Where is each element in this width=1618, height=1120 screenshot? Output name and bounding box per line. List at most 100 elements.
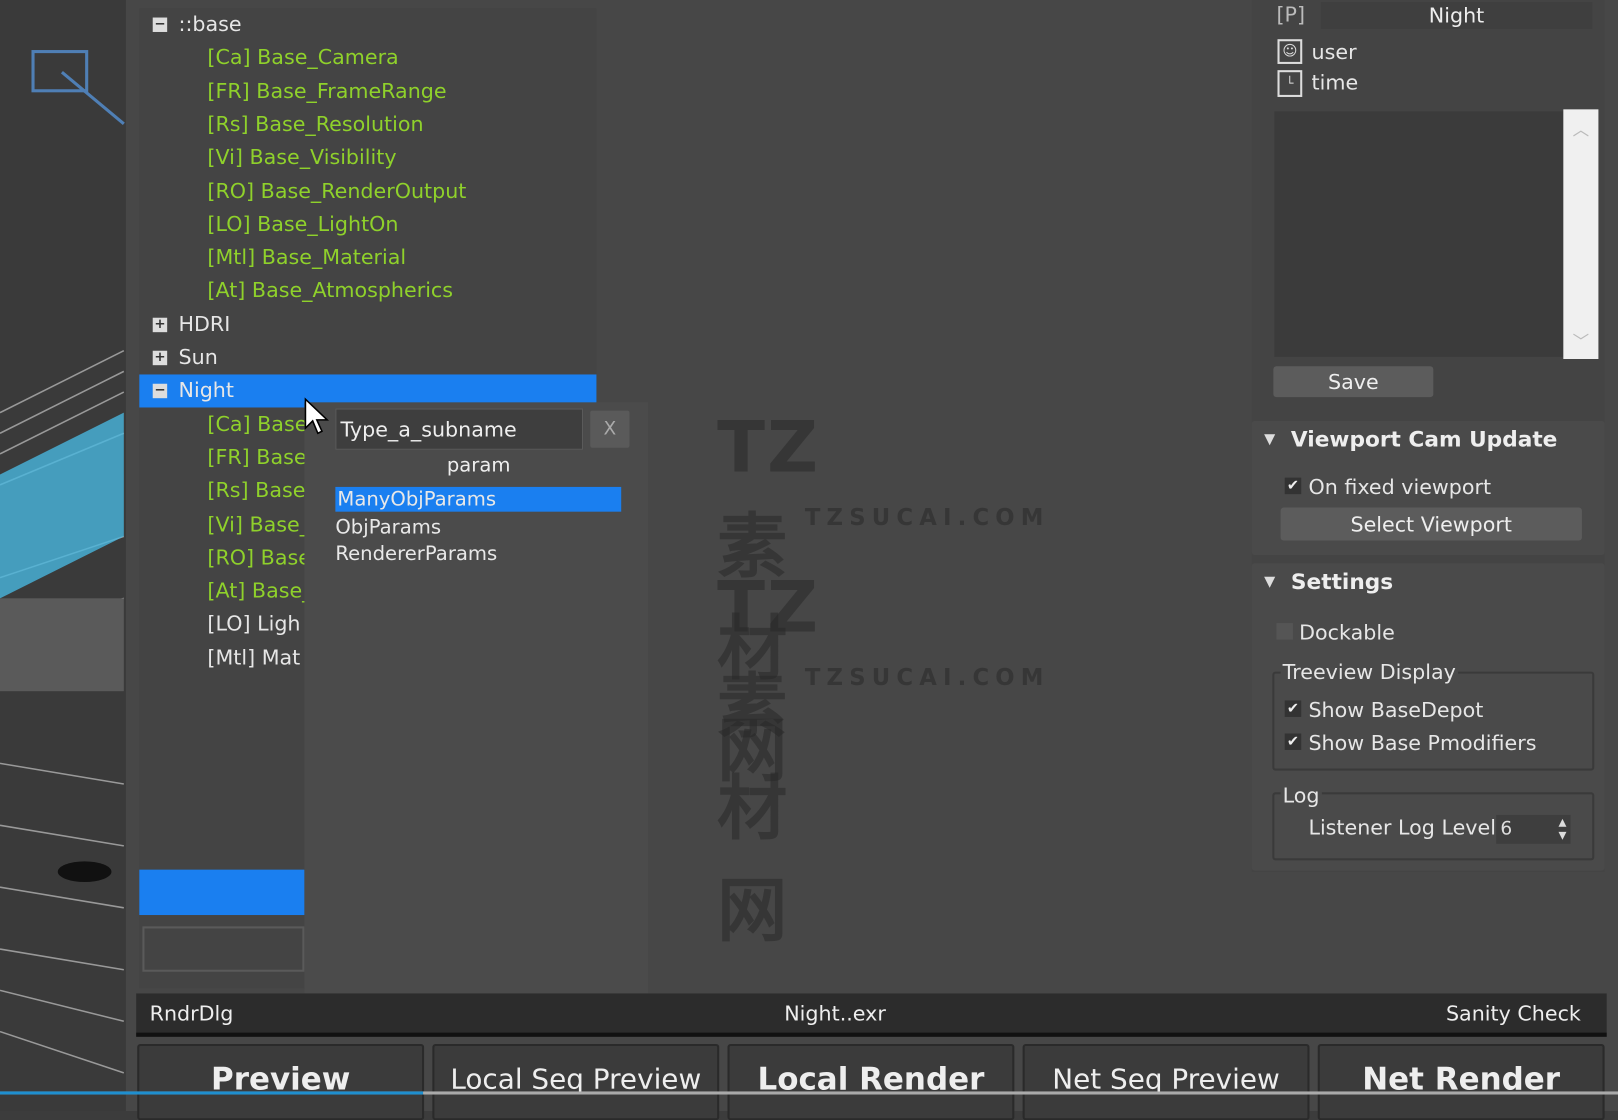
notes-listbox[interactable] bbox=[1274, 111, 1564, 357]
tree-item-label: [Ca] Base_Camera bbox=[207, 44, 399, 70]
plus-expander-icon[interactable]: + bbox=[152, 350, 168, 366]
tree-item[interactable]: [FR] Base_ bbox=[207, 441, 316, 472]
section-title: Viewport Cam Update bbox=[1290, 427, 1558, 452]
tree-item-label: [Ca] Base_ bbox=[207, 411, 318, 436]
tree-item[interactable]: Sun bbox=[179, 341, 218, 372]
log-level-spinner[interactable]: 6 ▲ ▼ bbox=[1496, 814, 1571, 844]
collapse-arrow-icon[interactable]: ▼ bbox=[1264, 431, 1275, 448]
status-left: RndrDlg bbox=[149, 1000, 234, 1026]
tree-item[interactable]: [Ca] Base_Camera bbox=[207, 42, 398, 73]
on-fixed-viewport-checkbox[interactable]: ✔ bbox=[1284, 477, 1302, 495]
listbox-scrollbar[interactable]: ︿ ﹀ bbox=[1563, 109, 1599, 359]
tree-item[interactable]: [Vi] Base_ bbox=[207, 508, 310, 539]
tree-item-label: [Mtl] Mat bbox=[207, 644, 301, 670]
tree-item-label: HDRI bbox=[178, 311, 231, 336]
user-label: user bbox=[1311, 39, 1357, 64]
user-icon: ☺ bbox=[1277, 39, 1303, 64]
pass-name-field[interactable]: Night bbox=[1320, 2, 1593, 29]
tree-item-label: [RO] Base_RenderOutput bbox=[207, 177, 467, 203]
time-label: time bbox=[1311, 70, 1359, 95]
section-title: Settings bbox=[1290, 569, 1394, 595]
scroll-down-icon[interactable]: ﹀ bbox=[1563, 328, 1598, 353]
tree-item-label: [Vi] Base_ bbox=[207, 511, 311, 536]
show-basedepot-checkbox[interactable]: ✔ bbox=[1284, 700, 1302, 717]
viewport-cam-section: ▼ Viewport Cam Update ✔ On fixed viewpor… bbox=[1251, 420, 1605, 556]
tree-item[interactable]: [At] Base_ bbox=[207, 575, 312, 606]
subname-input[interactable]: Type_a_subname bbox=[335, 408, 584, 450]
param-option[interactable]: ManyObjParams bbox=[335, 486, 622, 512]
tree-item[interactable]: [RO] Base_RenderOutput bbox=[207, 175, 466, 206]
tree-item-label: [LO] Ligh bbox=[207, 611, 301, 636]
tree-item-label: [Rs] Base_Resolution bbox=[207, 111, 424, 137]
tree-item[interactable]: [FR] Base_FrameRange bbox=[207, 75, 446, 106]
tree-bottom-button[interactable] bbox=[139, 869, 305, 916]
tree-item[interactable]: Night bbox=[179, 375, 234, 406]
tree-item[interactable]: [LO] Base_LightOn bbox=[207, 208, 398, 239]
net-render-button[interactable]: Net Render bbox=[1317, 1043, 1605, 1120]
3d-viewport[interactable] bbox=[0, 0, 126, 1112]
subname-popup: Type_a_subname X param ManyObjParams ObjP… bbox=[304, 402, 649, 1017]
save-button[interactable]: Save bbox=[1273, 366, 1434, 398]
tree-item-label: ::base bbox=[178, 11, 242, 37]
watermark-brand: TZ素材网 bbox=[717, 567, 821, 953]
tree-item-label: [At] Base_ bbox=[207, 577, 313, 603]
param-option[interactable]: RendererParams bbox=[335, 542, 497, 567]
treeview-group-label: Treeview Display bbox=[1280, 659, 1458, 684]
show-basedepot-label: Show BaseDepot bbox=[1308, 697, 1484, 723]
tree-item-label: [At] Base_Atmospherics bbox=[207, 277, 454, 303]
status-output-file: Night..exr bbox=[784, 1000, 886, 1026]
settings-section: ▼ Settings Dockable Treeview Display ✔ S… bbox=[1251, 563, 1605, 871]
watermark-url: TZSUCAI.COM bbox=[804, 505, 1050, 532]
log-level-value: 6 bbox=[1500, 818, 1513, 840]
tree-item-label: [FR] Base_ bbox=[207, 444, 317, 470]
clock-icon: └ bbox=[1277, 70, 1303, 97]
mouse-cursor-icon bbox=[304, 397, 330, 435]
dockable-label: Dockable bbox=[1299, 619, 1395, 645]
tree-item-label: Night bbox=[178, 377, 234, 403]
select-viewport-button[interactable]: Select Viewport bbox=[1280, 507, 1582, 541]
minus-expander-icon[interactable]: − bbox=[152, 384, 168, 399]
show-pmodifiers-checkbox[interactable]: ✔ bbox=[1284, 733, 1302, 750]
pass-prefix: [P] bbox=[1276, 2, 1306, 27]
right-panel: [P] Night ☺ user └ time ︿ ﹀ Save ▼ Viewp… bbox=[1251, 0, 1605, 872]
progress-bar bbox=[0, 1091, 1618, 1095]
tree-item[interactable]: HDRI bbox=[179, 308, 231, 339]
tree-item[interactable]: [Rs] Base_ bbox=[207, 475, 315, 506]
status-bar: RndrDlg Night..exr Sanity Check bbox=[136, 993, 1607, 1037]
tree-item[interactable]: [Rs] Base_Resolution bbox=[207, 108, 423, 139]
dockable-checkbox[interactable] bbox=[1276, 623, 1293, 640]
tree-bottom-input[interactable] bbox=[142, 926, 305, 972]
collapse-arrow-icon[interactable]: ▼ bbox=[1264, 574, 1275, 591]
minus-expander-icon[interactable]: − bbox=[152, 17, 168, 32]
on-fixed-viewport-label: On fixed viewport bbox=[1308, 474, 1492, 500]
log-group-label: Log bbox=[1280, 782, 1322, 808]
plus-expander-icon[interactable]: + bbox=[152, 317, 168, 332]
tree-item[interactable]: [Mtl] Base_Material bbox=[207, 241, 406, 272]
tree-item-label: [Vi] Base_Visibility bbox=[207, 144, 397, 170]
net-seq-preview-button[interactable]: Net Seq Preview bbox=[1022, 1043, 1310, 1120]
watermark-url: TZSUCAI.COM bbox=[804, 665, 1050, 692]
wireframe-scene bbox=[0, 50, 125, 1074]
log-level-label: Listener Log Level bbox=[1308, 814, 1496, 840]
preview-button[interactable]: Preview bbox=[137, 1043, 425, 1120]
tree-item-label: Sun bbox=[178, 344, 218, 370]
tree-item-label: [LO] Base_LightOn bbox=[207, 211, 399, 237]
local-seq-preview-button[interactable]: Local Seq Preview bbox=[432, 1043, 720, 1120]
tree-item[interactable]: [Ca] Base_ bbox=[207, 408, 317, 439]
tree-item[interactable]: ::base bbox=[179, 8, 242, 39]
tree-item-label: [Mtl] Base_Material bbox=[207, 244, 407, 270]
tree-item[interactable]: [Vi] Base_Visibility bbox=[207, 142, 396, 173]
param-option[interactable]: ObjParams bbox=[335, 514, 441, 539]
tree-item[interactable]: [LO] Ligh bbox=[207, 608, 300, 639]
tree-item-label: [FR] Base_FrameRange bbox=[207, 77, 447, 103]
sanity-check-link[interactable]: Sanity Check bbox=[1446, 993, 1581, 1032]
show-pmodifiers-label: Show Base Pmodifiers bbox=[1308, 730, 1537, 756]
local-render-button[interactable]: Local Render bbox=[727, 1043, 1015, 1120]
spinner-arrows-icon[interactable]: ▲ ▼ bbox=[1558, 816, 1566, 843]
tree-item[interactable]: [Mtl] Mat bbox=[207, 641, 300, 672]
tree-item[interactable]: [At] Base_Atmospherics bbox=[207, 275, 453, 306]
param-heading: param bbox=[446, 453, 511, 477]
tree-item-label: [Rs] Base_ bbox=[207, 477, 316, 503]
close-button[interactable]: X bbox=[590, 410, 630, 448]
scroll-up-icon[interactable]: ︿ bbox=[1563, 116, 1598, 141]
